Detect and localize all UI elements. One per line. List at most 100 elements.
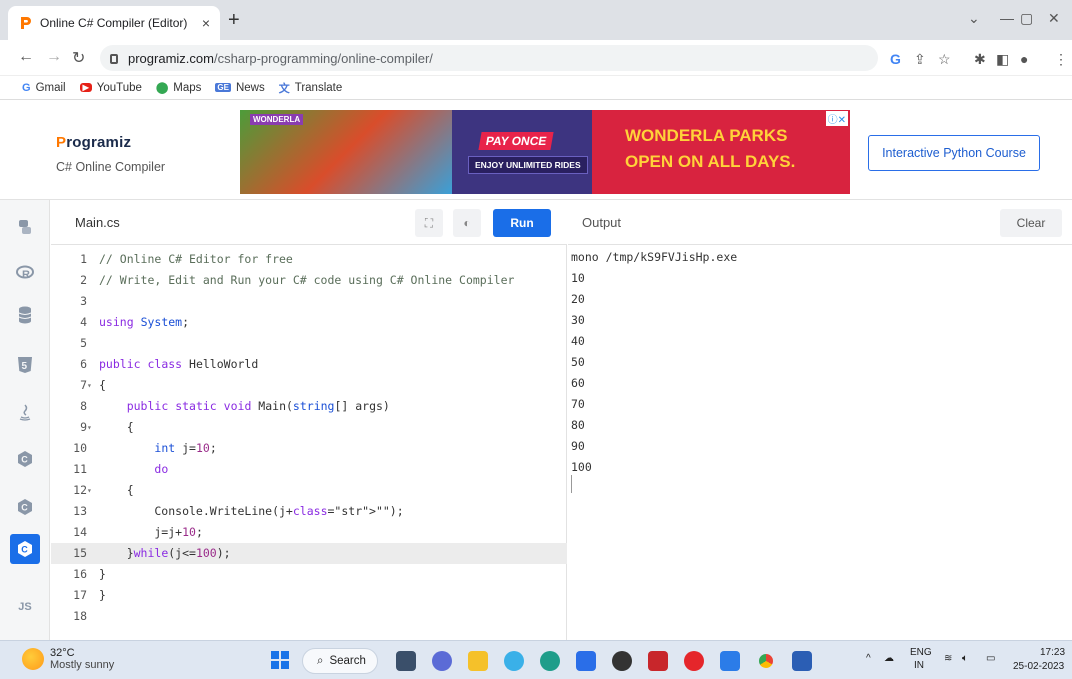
clear-button[interactable]: Clear <box>1000 209 1062 237</box>
code-line[interactable]: 2 // Write, Edit and Run your C# code usi… <box>51 270 567 291</box>
site-header: Programiz C# Online Compiler WONDERLA PA… <box>0 100 1072 200</box>
back-icon[interactable]: ← <box>18 48 34 66</box>
line-number: 4 <box>80 315 87 329</box>
tray-cloud-icon[interactable]: ☁ <box>884 653 894 664</box>
windows-start-icon[interactable] <box>271 651 289 669</box>
chat-icon[interactable] <box>432 651 452 671</box>
ad-middle-panel <box>452 110 592 194</box>
profile-avatar-icon[interactable]: ● <box>1020 51 1028 67</box>
output-line: 90 <box>571 439 585 453</box>
code-line[interactable]: 4 using System; <box>51 312 567 333</box>
output-line: 40 <box>571 334 585 348</box>
code-line[interactable]: 11 do <box>51 459 567 480</box>
ad-close-icon[interactable]: ⓘ✕ <box>825 111 848 126</box>
opera-icon[interactable] <box>684 651 704 671</box>
interactive-python-course-button[interactable]: Interactive Python Course <box>868 135 1040 171</box>
output-panel[interactable]: mono /tmp/kS9FVJisHp.exe 10 20 30 40 50 60 70 80… <box>568 245 1072 640</box>
html5-icon[interactable]: 5 <box>10 350 40 380</box>
file-tab[interactable]: Main.cs <box>75 215 120 230</box>
code-editor[interactable]: 1 // Online C# Editor for free 2 // Write, … <box>51 245 567 640</box>
close-window-icon[interactable]: ✕ <box>1048 10 1060 27</box>
clock-time[interactable]: 17:23 <box>1040 647 1065 658</box>
fold-arrow-icon[interactable]: ▾ <box>87 480 92 501</box>
store-icon[interactable] <box>576 651 596 671</box>
csharp-icon[interactable]: C <box>10 534 40 564</box>
side-panel-icon[interactable]: ◧ <box>996 51 1009 68</box>
bookmark-gmail[interactable]: G Gmail <box>22 82 66 94</box>
tab-close-icon[interactable]: × <box>202 15 210 31</box>
code-line[interactable]: 15 }while(j<=100); <box>51 543 567 564</box>
code-line[interactable]: 18 <box>51 606 567 627</box>
edge-icon[interactable] <box>540 651 560 671</box>
app-icon-1[interactable] <box>504 651 524 671</box>
google-lens-icon[interactable]: G <box>890 51 901 67</box>
js-icon[interactable]: JS <box>10 592 40 622</box>
wifi-icon[interactable]: ≋ <box>944 653 952 664</box>
share-icon[interactable]: ⇪ <box>914 51 926 68</box>
line-number: 17 <box>73 588 87 602</box>
volume-icon[interactable]: 🔈︎ <box>962 653 968 664</box>
code-line[interactable]: 9 ▾ { <box>51 417 567 438</box>
bookmark-maps[interactable]: ⬤ Maps <box>156 81 201 95</box>
weather-widget[interactable]: 32°C Mostly sunny <box>22 647 114 671</box>
cpp-icon[interactable]: C <box>10 492 40 522</box>
bookmark-translate[interactable]: 文 Translate <box>279 80 343 96</box>
extensions-icon[interactable]: ✱ <box>974 51 986 68</box>
minimize-icon[interactable]: — <box>1000 10 1014 26</box>
language-indicator[interactable]: ENG <box>910 647 932 658</box>
programiz-logo[interactable]: Programiz <box>56 134 131 151</box>
google-icon: G <box>22 81 31 94</box>
code-line[interactable]: 5 <box>51 333 567 354</box>
advertisement-banner[interactable]: WONDERLA PAY ONCE ENJOY UNLIMITED RIDES … <box>240 110 850 194</box>
ad-unlimited-rides: ENJOY UNLIMITED RIDES <box>468 156 588 174</box>
bookmark-youtube[interactable]: ▶ YouTube <box>79 82 142 94</box>
reload-icon[interactable]: ↻ <box>72 48 85 68</box>
code-line[interactable]: 16} <box>51 564 567 585</box>
weather-condition: Mostly sunny <box>50 659 115 671</box>
word-icon[interactable] <box>792 651 812 671</box>
app-icon-2[interactable] <box>612 651 632 671</box>
code-line[interactable]: 13 Console.WriteLine(j+class="str">""); <box>51 501 567 522</box>
dark-mode-icon[interactable]: ◐ <box>453 209 481 237</box>
code-line[interactable]: 7 ▾{ <box>51 375 567 396</box>
sql-database-icon[interactable] <box>10 300 40 330</box>
clock-date[interactable]: 25-02-2023 <box>1013 661 1064 672</box>
battery-icon[interactable]: ▭ <box>986 653 995 664</box>
c-icon[interactable]: C <box>10 444 40 474</box>
bookmark-star-icon[interactable]: ☆ <box>938 51 951 68</box>
menu-kebab-icon[interactable]: ⋮ <box>1054 51 1068 68</box>
code-line[interactable]: 14 j=j+10; <box>51 522 567 543</box>
bookmark-news[interactable]: GE News <box>215 82 265 94</box>
browser-tab[interactable]: Online C# Compiler (Editor) × <box>8 6 220 40</box>
r-icon[interactable]: R <box>10 258 40 288</box>
code-line[interactable]: 1 // Online C# Editor for free <box>51 249 567 270</box>
code-line[interactable]: 3 <box>51 291 567 312</box>
code-line[interactable]: 17} <box>51 585 567 606</box>
output-header: Output Clear <box>568 200 1072 245</box>
taskbar-search[interactable]: ⌕ Search <box>302 648 378 674</box>
url-host: programiz.com <box>128 50 214 66</box>
new-tab-button[interactable]: + <box>228 10 240 30</box>
java-icon[interactable] <box>10 398 40 428</box>
chrome-icon[interactable] <box>756 651 776 671</box>
forward-icon[interactable]: → <box>46 48 62 66</box>
address-bar[interactable]: programiz.com/csharp-programming/online-… <box>100 45 878 71</box>
mcafee-icon[interactable] <box>648 651 668 671</box>
code-line[interactable]: 8 public static void Main(string[] args) <box>51 396 567 417</box>
code-line[interactable]: 10 int j=10; <box>51 438 567 459</box>
restore-icon[interactable]: ▢ <box>1020 10 1033 27</box>
fullscreen-icon[interactable]: ⛶ <box>415 209 443 237</box>
python-icon[interactable] <box>10 212 40 242</box>
file-explorer-icon[interactable] <box>468 651 488 671</box>
code-line[interactable]: 6 public class HelloWorld <box>51 354 567 375</box>
fold-arrow-icon[interactable]: ▾ <box>87 417 92 438</box>
code-line[interactable]: 12 ▾ { <box>51 480 567 501</box>
todo-icon[interactable] <box>720 651 740 671</box>
ad-brand-logo: WONDERLA <box>250 114 304 125</box>
fold-arrow-icon[interactable]: ▾ <box>87 375 92 396</box>
task-view-icon[interactable] <box>396 651 416 671</box>
run-button[interactable]: Run <box>493 209 551 237</box>
tab-search-icon[interactable]: ⌄ <box>968 10 980 27</box>
line-number: 14 <box>73 525 87 539</box>
tray-overflow-icon[interactable]: ^ <box>866 653 871 664</box>
